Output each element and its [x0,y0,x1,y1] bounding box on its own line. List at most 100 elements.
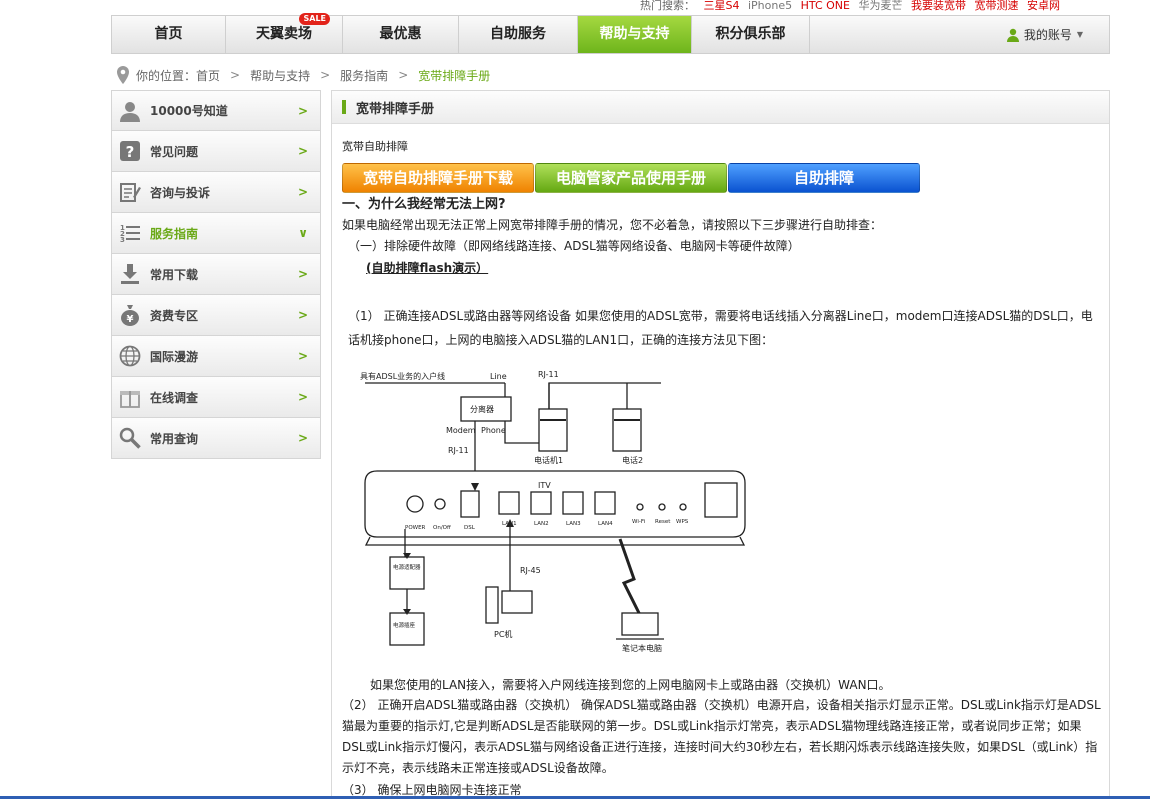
diagram-modem-label: Modem [446,426,476,435]
sidebar: 10000号知道 > ? 常见问题 > 咨询与投诉 > 123 服务指南 ∨ 常… [111,90,321,459]
nav-self-service[interactable]: 自助服务 [459,16,578,53]
content-header: 宽带排障手册 [332,91,1109,124]
nav-help-support[interactable]: 帮助与支持 [578,16,692,53]
nav-deals[interactable]: 最优惠 [343,16,459,53]
chevron-right-icon: > [297,185,308,199]
breadcrumb-separator: > [230,68,241,82]
hot-search-term[interactable]: iPhone5 [748,0,792,12]
hot-search-term[interactable]: 三星S4 [704,0,740,12]
sidebar-item-consult[interactable]: 咨询与投诉 > [111,172,321,213]
edit-icon [118,180,142,204]
pc-manager-manual-button[interactable]: 电脑管家产品使用手册 [535,163,727,193]
user-icon [1006,28,1019,42]
content-panel: 宽带排障手册 宽带自助排障 宽带自助排障手册下载 电脑管家产品使用手册 自助排障… [331,90,1110,799]
globe-icon [118,344,142,368]
svg-text:3: 3 [120,236,125,244]
chevron-right-icon: > [297,267,308,281]
breadcrumb-link[interactable]: 服务指南 [340,67,388,84]
hot-search-term[interactable]: 宽带测速 [975,0,1019,12]
my-account-label: 我的账号 [1023,28,1072,42]
person-icon [118,99,142,123]
diagram-itv-label: ITV [538,481,551,490]
sidebar-item-label: 常用下载 [150,267,199,282]
chevron-right-icon: > [297,308,308,322]
sidebar-item-service-guide[interactable]: 123 服务指南 ∨ [111,213,321,254]
question-icon: ? [118,139,142,163]
sale-badge: SALE [299,13,330,25]
nav-label: 天翼卖场 [256,26,312,42]
breadcrumb-current: 宽带排障手册 [418,68,491,83]
sidebar-item-label: 服务指南 [150,226,199,241]
sidebar-item-label: 10000号知道 [150,104,228,118]
nav-label: 帮助与支持 [599,26,670,42]
sidebar-item-label: 常见问题 [150,144,199,159]
diagram-port-label: Reset [655,519,671,525]
my-account-menu[interactable]: 我的账号 ▼ [1006,16,1109,53]
sidebar-item-label: 咨询与投诉 [150,185,211,200]
breadcrumb-separator: > [398,68,409,82]
action-buttons: 宽带自助排障手册下载 电脑管家产品使用手册 自助排障 [342,163,921,193]
list-icon: 123 [118,221,142,245]
download-manual-button[interactable]: 宽带自助排障手册下载 [342,163,534,193]
sidebar-item-tariff[interactable]: ¥ 资费专区 > [111,295,321,336]
nav-label: 最优惠 [379,26,422,42]
nav-label: 自助服务 [490,26,546,42]
breadcrumb-separator: > [320,68,331,82]
diagram-port-label: POWER [405,525,426,531]
diagram-phone2-label: 电话2 [622,455,643,465]
chevron-right-icon: > [297,390,308,404]
hot-search-term[interactable]: HTC ONE [801,0,850,12]
sidebar-item-10000-know[interactable]: 10000号知道 > [111,90,321,131]
sidebar-item-downloads[interactable]: 常用下载 > [111,254,321,295]
diagram-rj11-left-label: RJ-11 [448,446,469,455]
hot-search-term[interactable]: 我要装宽带 [911,0,966,12]
sidebar-item-label: 资费专区 [150,308,199,323]
main-nav: 首页 天翼卖场 SALE 最优惠 自助服务 帮助与支持 积分俱乐部 我的账号 ▼ [111,13,1110,54]
self-check-button[interactable]: 自助排障 [728,163,920,193]
diagram-rj11-top-label: RJ-11 [538,370,559,379]
diagram-incoming-label: 具有ADSL业务的入户线 [360,371,445,381]
chevron-down-icon: ∨ [298,226,308,240]
nav-home[interactable]: 首页 [112,16,226,53]
nav-points-club[interactable]: 积分俱乐部 [692,16,810,53]
diagram-adapter-label: 电源适配器 [393,563,421,571]
nav-store[interactable]: 天翼卖场 SALE [226,13,343,53]
location-pin-icon [117,66,129,84]
step-2-paragraph: （2） 正确开启ADSL猫或路由器（交换机） 确保ADSL猫或路由器（交换机）电… [342,698,1101,775]
diagram-port-label: LAN3 [566,521,581,527]
diagram-port-label: LAN2 [534,521,549,527]
magnifier-icon [118,426,142,450]
diagram-port-label: DSL [464,525,476,531]
diagram-port-label: WPS [676,519,689,525]
hot-search-label: 热门搜索： [640,0,695,12]
sidebar-item-faq[interactable]: ? 常见问题 > [111,131,321,172]
diagram-phone1-label: 电话机1 [534,455,563,465]
hot-search-term[interactable]: 安卓网 [1027,0,1060,12]
sidebar-item-roaming[interactable]: 国际漫游 > [111,336,321,377]
question-heading: 一、为什么我经常无法上网? [342,197,506,212]
section-subtitle: 宽带自助排障 [342,140,408,153]
money-bag-icon: ¥ [118,303,142,327]
nav-label: 首页 [154,26,183,42]
diagram-pc-label: PC机 [494,629,512,639]
svg-text:?: ? [126,143,135,161]
diagram-laptop-label: 笔记本电脑 [622,643,662,653]
sidebar-item-label: 在线调查 [150,390,199,405]
hot-search-term[interactable]: 华为麦芒 [859,0,903,12]
step-one-heading: （一）排除硬件故障（即网络线路连接、ADSL猫等网络设备、电脑网卡等硬件故障） [348,239,800,253]
breadcrumb-link[interactable]: 帮助与支持 [250,67,310,84]
sidebar-item-survey[interactable]: 在线调查 > [111,377,321,418]
flash-demo-link[interactable]: (自助排障flash演示） [342,258,1102,278]
sidebar-item-label: 常用查询 [150,431,199,446]
chevron-down-icon: ▼ [1076,30,1083,39]
chevron-right-icon: > [297,349,308,363]
intro-paragraph: 如果电脑经常出现无法正常上网宽带排障手册的情况，您不必着急，请按照以下三步骤进行… [342,218,883,232]
diagram-port-label: On/Off [433,525,451,531]
breadcrumb-prefix: 你的位置： [136,68,197,83]
svg-text:¥: ¥ [127,314,134,325]
chevron-right-icon: > [297,104,308,118]
breadcrumb-link[interactable]: 首页 [196,67,220,84]
sidebar-item-query[interactable]: 常用查询 > [111,418,321,459]
chevron-right-icon: > [297,144,308,158]
diagram-port-label: Wi-Fi [632,519,646,525]
